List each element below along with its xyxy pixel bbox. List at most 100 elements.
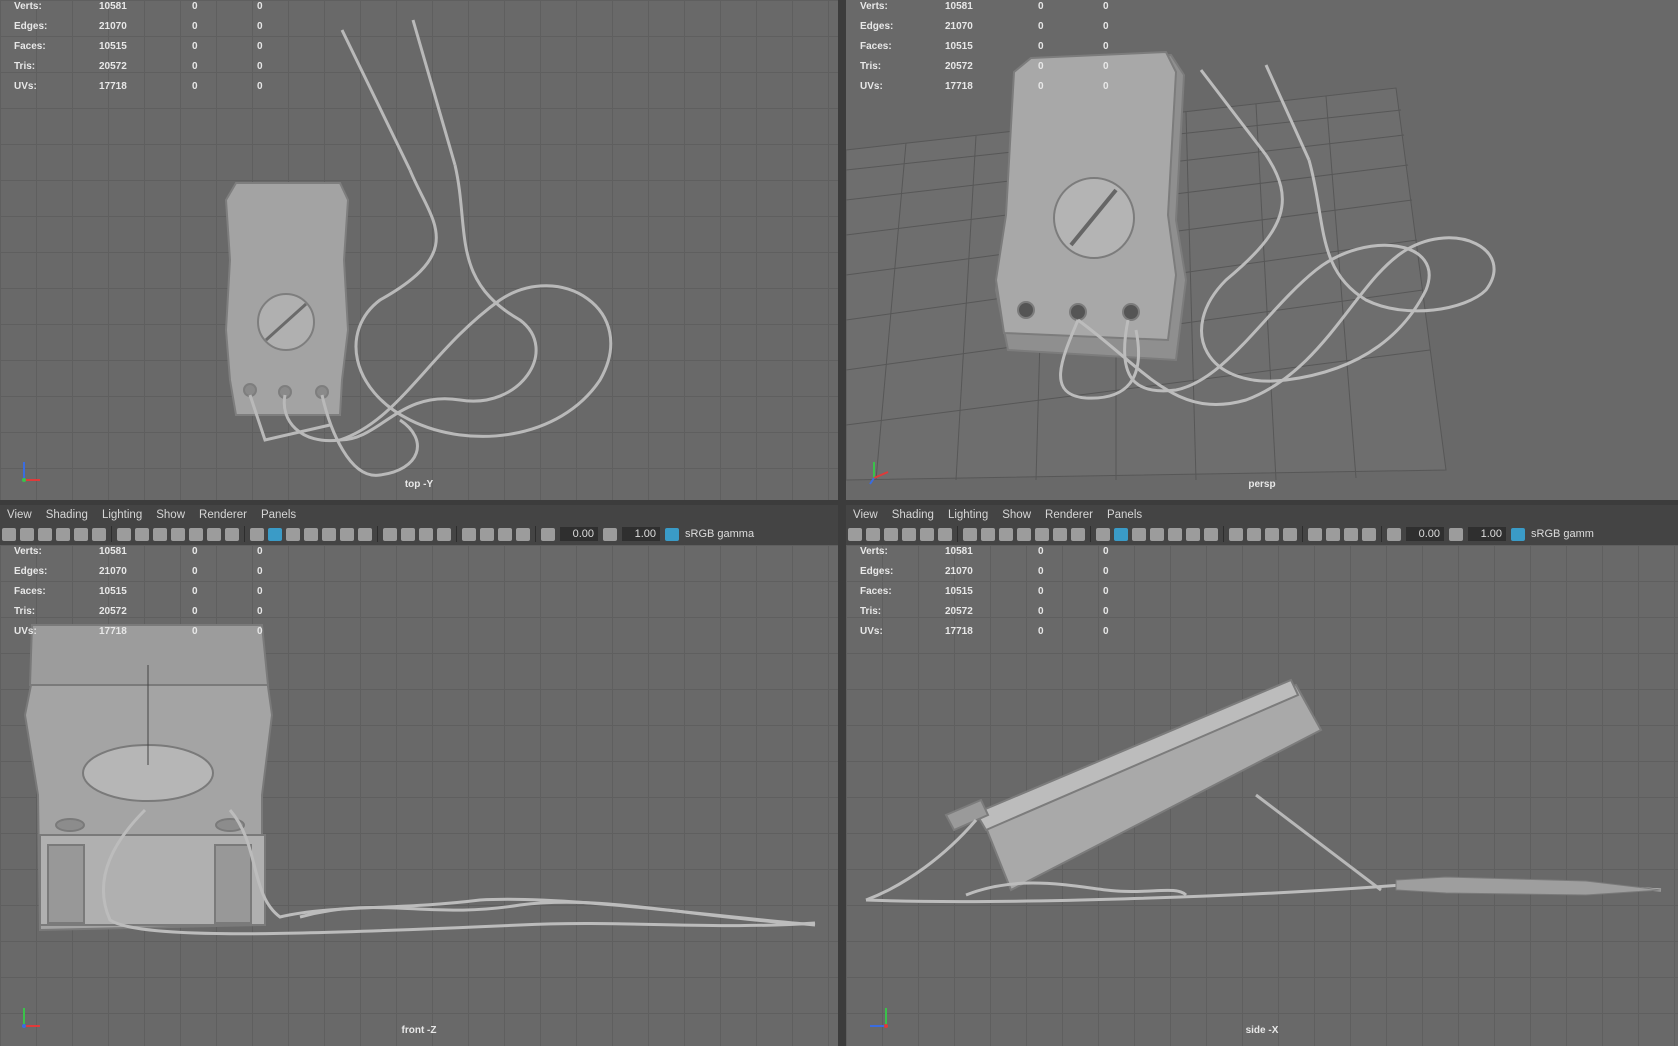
film-gate-icon[interactable] [135, 527, 149, 541]
depth-of-field-icon[interactable] [1283, 527, 1297, 541]
grease-pencil-icon[interactable] [938, 527, 952, 541]
stat-value: 0 [192, 41, 198, 52]
safe-title-icon[interactable] [1071, 527, 1085, 541]
viewport-side[interactable]: Verts: 10581 0 0 Edges: 21070 0 0 Faces: 10515 0… [846, 545, 1678, 1046]
default-material-icon[interactable] [1132, 527, 1146, 541]
anti-aliasing-icon[interactable] [1265, 527, 1279, 541]
stat-value: 0 [257, 606, 263, 617]
depth-of-field-icon[interactable] [437, 527, 451, 541]
view-transform-label[interactable]: sRGB gamm [1531, 528, 1594, 540]
field-chart-icon[interactable] [189, 527, 203, 541]
viewport-persp[interactable]: Verts: 10581 0 0 Edges: 21070 0 0 Faces: 10515 0… [846, 0, 1678, 500]
gamma-field[interactable]: 1.00 [1468, 527, 1506, 541]
isolate-select-icon[interactable] [1308, 527, 1322, 541]
stat-value: 21070 [945, 566, 973, 577]
exposure-icon[interactable] [541, 527, 555, 541]
menu-panels[interactable]: Panels [1100, 509, 1149, 521]
menu-renderer[interactable]: Renderer [192, 509, 254, 521]
toolbar-separator [1223, 526, 1224, 542]
resolution-gate-icon[interactable] [999, 527, 1013, 541]
field-chart-icon[interactable] [1035, 527, 1049, 541]
gate-mask-icon[interactable] [171, 527, 185, 541]
pan-zoom-icon[interactable] [74, 527, 88, 541]
textured-icon[interactable] [1168, 527, 1182, 541]
xray-joints-icon[interactable] [498, 527, 512, 541]
shadows-icon[interactable] [358, 527, 372, 541]
panel-divider-vertical[interactable] [838, 0, 846, 1046]
smooth-shade-icon[interactable] [268, 527, 282, 541]
grid-icon[interactable] [963, 527, 977, 541]
xray-icon[interactable] [1326, 527, 1340, 541]
camera-attributes-icon[interactable] [20, 527, 34, 541]
poly-count-hud: Verts: 10581 0 0 Edges: 21070 0 0 Faces: 10515 0… [860, 0, 1109, 97]
stat-value: 0 [257, 586, 263, 597]
color-management-icon[interactable] [665, 527, 679, 541]
exposure-icon[interactable] [1387, 527, 1401, 541]
image-plane-icon[interactable] [902, 527, 916, 541]
viewport-front[interactable]: Verts: 10581 0 0 Edges: 21070 0 0 Faces: 10515 0… [0, 545, 838, 1046]
wireframe-on-shaded-icon[interactable] [304, 527, 318, 541]
safe-action-icon[interactable] [207, 527, 221, 541]
backface-culling-icon[interactable] [1362, 527, 1376, 541]
exposure-field[interactable]: 0.00 [560, 527, 598, 541]
lights-icon[interactable] [1186, 527, 1200, 541]
stat-label: Verts: [14, 1, 42, 12]
bookmark-icon[interactable] [884, 527, 898, 541]
pan-zoom-icon[interactable] [920, 527, 934, 541]
xray-joints-icon[interactable] [1344, 527, 1358, 541]
menu-shading[interactable]: Shading [885, 509, 941, 521]
stat-value: 10515 [99, 586, 127, 597]
isolate-select-icon[interactable] [462, 527, 476, 541]
stat-value: 10515 [945, 586, 973, 597]
xray-icon[interactable] [480, 527, 494, 541]
menu-show[interactable]: Show [149, 509, 192, 521]
stat-value: 0 [192, 606, 198, 617]
panel-divider-horizontal[interactable] [0, 500, 1678, 505]
poly-count-hud: Verts: 10581 0 0 Edges: 21070 0 0 Faces: 10515 0… [860, 545, 1109, 642]
camera-icon[interactable] [2, 527, 16, 541]
view-transform-label[interactable]: sRGB gamma [685, 528, 754, 540]
gate-mask-icon[interactable] [1017, 527, 1031, 541]
smooth-shade-icon[interactable] [1114, 527, 1128, 541]
image-plane-icon[interactable] [56, 527, 70, 541]
default-material-icon[interactable] [286, 527, 300, 541]
bookmark-icon[interactable] [38, 527, 52, 541]
grease-pencil-icon[interactable] [92, 527, 106, 541]
color-management-icon[interactable] [1511, 527, 1525, 541]
menu-view[interactable]: View [846, 509, 885, 521]
gamma-field[interactable]: 1.00 [622, 527, 660, 541]
menu-lighting[interactable]: Lighting [95, 509, 149, 521]
menu-renderer[interactable]: Renderer [1038, 509, 1100, 521]
wireframe-icon[interactable] [250, 527, 264, 541]
gamma-icon[interactable] [1449, 527, 1463, 541]
stat-value: 0 [192, 546, 198, 557]
motion-blur-icon[interactable] [1247, 527, 1261, 541]
wireframe-on-shaded-icon[interactable] [1150, 527, 1164, 541]
screen-space-ao-icon[interactable] [1229, 527, 1243, 541]
anti-aliasing-icon[interactable] [419, 527, 433, 541]
backface-culling-icon[interactable] [516, 527, 530, 541]
shadows-icon[interactable] [1204, 527, 1218, 541]
resolution-gate-icon[interactable] [153, 527, 167, 541]
camera-attributes-icon[interactable] [866, 527, 880, 541]
gamma-icon[interactable] [603, 527, 617, 541]
exposure-field[interactable]: 0.00 [1406, 527, 1444, 541]
safe-action-icon[interactable] [1053, 527, 1067, 541]
camera-icon[interactable] [848, 527, 862, 541]
menu-view[interactable]: View [0, 509, 39, 521]
menu-lighting[interactable]: Lighting [941, 509, 995, 521]
lights-icon[interactable] [340, 527, 354, 541]
stat-label: Edges: [860, 566, 894, 577]
stat-value: 0 [1103, 546, 1109, 557]
textured-icon[interactable] [322, 527, 336, 541]
viewport-top[interactable]: Verts: 10581 0 0 Edges: 21070 0 0 Faces: 10515 0… [0, 0, 838, 500]
menu-show[interactable]: Show [995, 509, 1038, 521]
motion-blur-icon[interactable] [401, 527, 415, 541]
menu-panels[interactable]: Panels [254, 509, 303, 521]
screen-space-ao-icon[interactable] [383, 527, 397, 541]
wireframe-icon[interactable] [1096, 527, 1110, 541]
film-gate-icon[interactable] [981, 527, 995, 541]
grid-icon[interactable] [117, 527, 131, 541]
menu-shading[interactable]: Shading [39, 509, 95, 521]
safe-title-icon[interactable] [225, 527, 239, 541]
